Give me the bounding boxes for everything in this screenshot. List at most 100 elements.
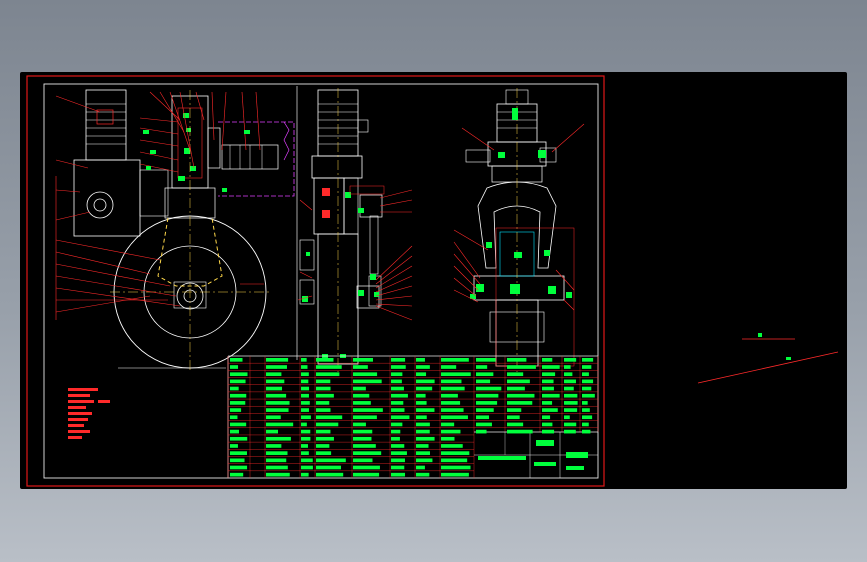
table-cell-text (476, 429, 487, 434)
table-cell-text (391, 436, 400, 441)
table-cell-text (301, 401, 310, 405)
table-cell-text (564, 358, 577, 362)
table-cell-text (316, 401, 330, 405)
table-cell-text (416, 458, 433, 463)
table-cell-text (301, 472, 309, 477)
table-cell-text (301, 422, 307, 427)
table-cell-text (582, 422, 589, 427)
table-cell-text (266, 358, 289, 362)
table-cell-text (230, 365, 239, 369)
table-cell-text (416, 472, 430, 477)
table-cell-text (230, 372, 248, 377)
table-cell-text (266, 372, 282, 377)
table-cell-text (416, 372, 427, 377)
title-block (227, 355, 599, 478)
table-cell-text (564, 365, 571, 369)
table-cell-text (353, 372, 378, 377)
table-cell-text (564, 415, 570, 420)
table-cell-text (416, 436, 435, 441)
table-cell-text (416, 415, 427, 420)
table-cell-text (441, 429, 461, 434)
table-cell-text (476, 386, 502, 391)
table-cell-text (230, 386, 239, 391)
table-cell-text (441, 451, 470, 455)
table-cell-text (391, 393, 408, 398)
table-cell-text (230, 436, 248, 441)
table-cell-text (441, 458, 468, 463)
table-cell-text (301, 458, 313, 463)
table-cell-text (353, 401, 371, 405)
front-reducer (73, 159, 141, 237)
table-cell-text (476, 408, 494, 412)
front-view (55, 89, 295, 370)
table-cell-text (230, 458, 245, 463)
table-cell-text (441, 415, 468, 420)
table-cell-text (441, 386, 465, 391)
table-cell-text (316, 429, 331, 434)
table-cell-text (266, 458, 287, 463)
table-cell-text (542, 386, 554, 391)
table-cell-text (476, 372, 494, 377)
table-cell-text (230, 429, 239, 434)
table-cell-text (441, 365, 457, 369)
table-cell-text (564, 386, 574, 391)
table-cell-text (230, 444, 238, 448)
table-cell-text (564, 408, 578, 412)
table-cell-text (353, 422, 366, 427)
table-cell-text (266, 379, 285, 384)
table-cell-text (301, 451, 309, 455)
table-cell-text (476, 393, 499, 398)
table-cell-text (230, 415, 238, 420)
table-cell-text (266, 408, 289, 412)
table-cell-text (542, 372, 556, 377)
table-cell-text (476, 422, 492, 427)
table-cell-text (507, 365, 536, 369)
table-cell-text (301, 358, 307, 362)
table-cell-text (416, 408, 435, 412)
table-cell-text (301, 444, 308, 448)
table-cell-text (301, 365, 308, 369)
table-cell-text (353, 415, 377, 420)
table-cell-text (441, 379, 462, 384)
table-cell-text (301, 379, 309, 384)
table-cell-text (316, 386, 331, 391)
table-cell-text (564, 372, 573, 377)
table-cell-text (230, 465, 248, 470)
table-cell-text (316, 379, 331, 384)
table-cell-text (507, 393, 535, 398)
table-cell-text (416, 429, 430, 434)
table-cell-text (542, 393, 560, 398)
table-cell-text (353, 393, 370, 398)
table-cell-text (476, 401, 498, 405)
table-cell-text (542, 429, 555, 434)
table-cell-text (353, 408, 383, 412)
table-cell-text (441, 436, 455, 441)
table-cell-text (582, 408, 590, 412)
table-cell-text (353, 472, 380, 477)
table-cell-text (476, 415, 490, 420)
table-cell-text (353, 465, 380, 470)
table-cell-text (316, 444, 330, 448)
table-cell-text (391, 365, 406, 369)
table-cell-text (266, 429, 279, 434)
table-cell-text (353, 451, 382, 455)
table-cell-text (230, 472, 244, 477)
table-cell-text (353, 358, 373, 362)
table-cell-text (301, 415, 311, 420)
table-cell-text (441, 444, 463, 448)
table-cell-text (391, 422, 403, 427)
table-cell-text (542, 401, 553, 405)
table-cell-text (416, 401, 427, 405)
table-cell-text (582, 386, 592, 391)
table-cell-text (391, 465, 405, 470)
table-cell-text (582, 358, 594, 362)
table-cell-text (316, 422, 339, 427)
table-cell-text (476, 358, 496, 362)
table-cell-text (353, 444, 376, 448)
table-cell-text (230, 422, 247, 427)
table-cell-text (266, 415, 281, 420)
table-cell-text (416, 422, 430, 427)
table-cell-text (230, 379, 246, 384)
title-text (534, 462, 556, 466)
table-cell-text (230, 393, 247, 398)
